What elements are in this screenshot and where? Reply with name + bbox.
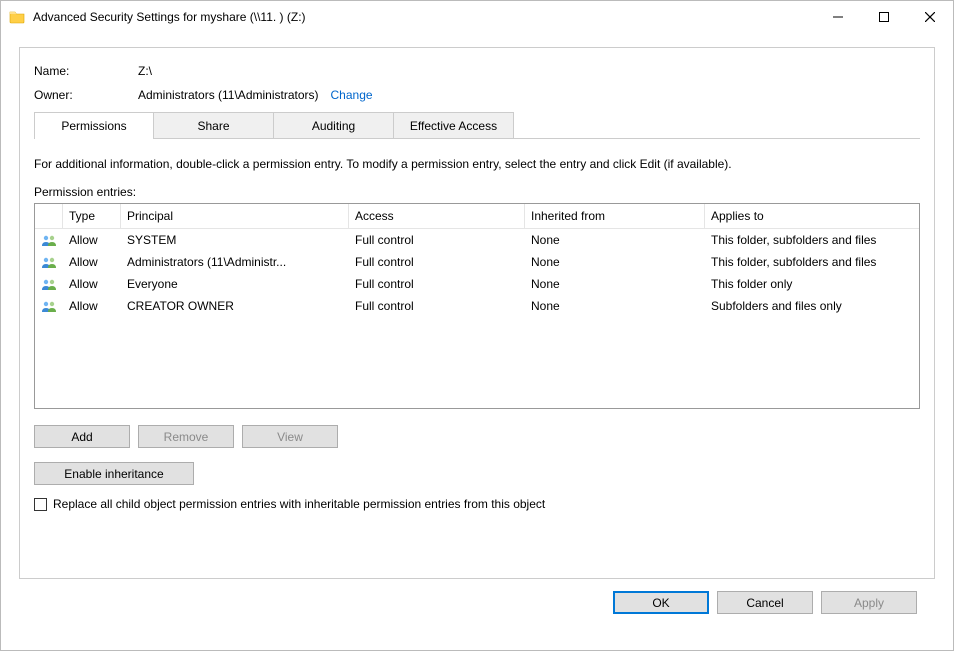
add-button[interactable]: Add xyxy=(34,425,130,448)
close-button[interactable] xyxy=(907,1,953,33)
cell-type: Allow xyxy=(63,231,121,249)
cell-applies: This folder, subfolders and files xyxy=(705,253,919,271)
col-applies-header[interactable]: Applies to xyxy=(705,204,919,228)
ok-button[interactable]: OK xyxy=(613,591,709,614)
main-panel: Name: Z:\ Owner: Administrators (11\Admi… xyxy=(19,47,935,579)
tab-permissions[interactable]: Permissions xyxy=(34,112,154,139)
col-access-header[interactable]: Access xyxy=(349,204,525,228)
replace-checkbox-label: Replace all child object permission entr… xyxy=(53,497,545,511)
view-button: View xyxy=(242,425,338,448)
table-row[interactable]: Allow SYSTEM Full control None This fold… xyxy=(35,229,919,251)
cancel-button[interactable]: Cancel xyxy=(717,591,813,614)
table-header: Type Principal Access Inherited from App… xyxy=(35,204,919,229)
cell-applies: This folder only xyxy=(705,275,919,293)
minimize-button[interactable] xyxy=(815,1,861,33)
tab-effective-access[interactable]: Effective Access xyxy=(394,112,514,139)
tab-strip: Permissions Share Auditing Effective Acc… xyxy=(34,112,920,139)
owner-row: Owner: Administrators (11\Administrators… xyxy=(34,88,920,102)
entries-label: Permission entries: xyxy=(34,185,920,199)
enable-inheritance-button[interactable]: Enable inheritance xyxy=(34,462,194,485)
table-row[interactable]: Allow Administrators (11\Administr... Fu… xyxy=(35,251,919,273)
name-label: Name: xyxy=(34,64,138,78)
cell-applies: Subfolders and files only xyxy=(705,297,919,315)
change-owner-link[interactable]: Change xyxy=(331,88,373,102)
permission-table[interactable]: Type Principal Access Inherited from App… xyxy=(34,203,920,409)
tab-divider xyxy=(34,138,920,139)
dialog-footer: OK Cancel Apply xyxy=(19,579,935,626)
cell-principal: CREATOR OWNER xyxy=(121,297,349,315)
cell-applies: This folder, subfolders and files xyxy=(705,231,919,249)
cell-access: Full control xyxy=(349,253,525,271)
maximize-button[interactable] xyxy=(861,1,907,33)
col-icon-header xyxy=(35,204,63,228)
remove-button: Remove xyxy=(138,425,234,448)
col-inherited-header[interactable]: Inherited from xyxy=(525,204,705,228)
replace-checkbox[interactable] xyxy=(34,498,47,511)
enable-inheritance-row: Enable inheritance xyxy=(34,462,920,485)
window-controls xyxy=(815,1,953,33)
cell-access: Full control xyxy=(349,297,525,315)
name-value: Z:\ xyxy=(138,64,152,78)
cell-type: Allow xyxy=(63,253,121,271)
users-icon xyxy=(35,298,63,314)
cell-principal: Administrators (11\Administr... xyxy=(121,253,349,271)
name-row: Name: Z:\ xyxy=(34,64,920,78)
owner-label: Owner: xyxy=(34,88,138,102)
cell-principal: SYSTEM xyxy=(121,231,349,249)
window-title: Advanced Security Settings for myshare (… xyxy=(33,10,815,24)
description-text: For additional information, double-click… xyxy=(34,157,920,171)
apply-button: Apply xyxy=(821,591,917,614)
cell-type: Allow xyxy=(63,297,121,315)
users-icon xyxy=(35,232,63,248)
cell-type: Allow xyxy=(63,275,121,293)
owner-value: Administrators (11\Administrators) xyxy=(138,88,319,102)
users-icon xyxy=(35,254,63,270)
title-bar: Advanced Security Settings for myshare (… xyxy=(1,1,953,33)
tab-auditing[interactable]: Auditing xyxy=(274,112,394,139)
col-type-header[interactable]: Type xyxy=(63,204,121,228)
cell-access: Full control xyxy=(349,231,525,249)
table-row[interactable]: Allow CREATOR OWNER Full control None Su… xyxy=(35,295,919,317)
cell-inherited: None xyxy=(525,275,705,293)
tab-share[interactable]: Share xyxy=(154,112,274,139)
cell-principal: Everyone xyxy=(121,275,349,293)
cell-access: Full control xyxy=(349,275,525,293)
cell-inherited: None xyxy=(525,297,705,315)
table-row[interactable]: Allow Everyone Full control None This fo… xyxy=(35,273,919,295)
replace-checkbox-row: Replace all child object permission entr… xyxy=(34,497,920,511)
folder-icon xyxy=(9,9,25,25)
entry-button-row: Add Remove View xyxy=(34,425,920,448)
cell-inherited: None xyxy=(525,253,705,271)
cell-inherited: None xyxy=(525,231,705,249)
users-icon xyxy=(35,276,63,292)
col-principal-header[interactable]: Principal xyxy=(121,204,349,228)
